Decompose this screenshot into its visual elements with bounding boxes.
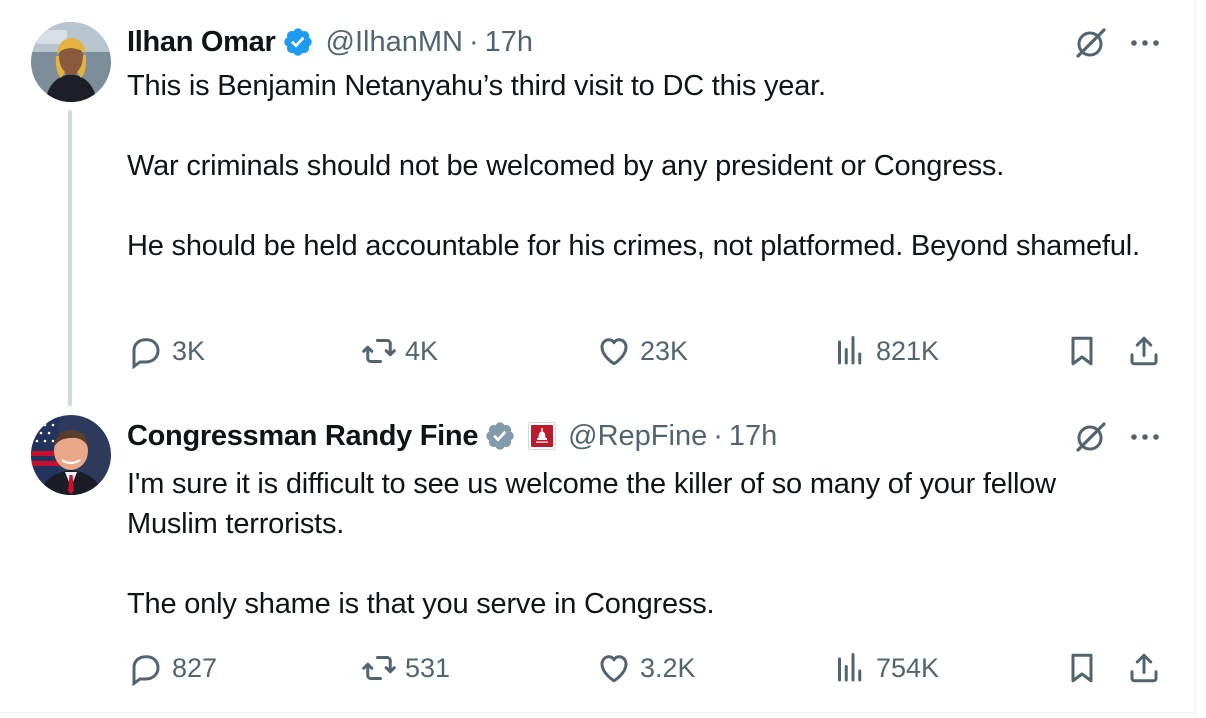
tweet-header: Congressman Randy Fine @RepFine · 17h — [127, 416, 777, 456]
tweet-body: This is Benjamin Netanyahu’s third visit… — [127, 66, 1147, 266]
tweet-paragraph: This is Benjamin Netanyahu’s third visit… — [127, 70, 826, 102]
verified-badge-icon[interactable] — [282, 26, 314, 58]
tweet-header: Ilhan Omar @IlhanMN · 17h — [127, 22, 533, 62]
repost-button[interactable]: 4K — [361, 331, 438, 371]
more-options-icon[interactable] — [1128, 420, 1162, 454]
tweet-body: I'm sure it is difficult to see us welco… — [127, 464, 1147, 624]
timestamp[interactable]: 17h — [729, 420, 777, 453]
repost-icon — [362, 656, 396, 680]
tweet-paragraph: I'm sure it is difficult to see us welco… — [127, 468, 1056, 540]
like-button[interactable]: 3.2K — [596, 648, 696, 688]
analytics-icon — [838, 653, 862, 682]
repost-icon — [362, 339, 396, 363]
reply-count: 827 — [172, 652, 218, 683]
timestamp[interactable]: 17h — [485, 26, 533, 59]
timeline-right-border — [1195, 0, 1196, 718]
avatar[interactable] — [31, 415, 111, 495]
tweet-corner-actions — [1072, 24, 1162, 62]
share-icon[interactable] — [1126, 650, 1162, 686]
tweet-paragraph: The only shame is that you serve in Cong… — [127, 588, 715, 620]
heart-icon — [600, 655, 628, 683]
heart-icon — [600, 338, 628, 366]
tweet-paragraph: War criminals should not be welcomed by … — [127, 150, 1005, 182]
reply-icon — [132, 655, 160, 686]
tweet-paragraph: He should be held accountable for his cr… — [127, 230, 1140, 262]
more-options-icon[interactable] — [1128, 26, 1162, 60]
repost-button[interactable]: 531 — [361, 648, 450, 688]
grok-icon[interactable] — [1072, 418, 1110, 456]
congress-seal-icon[interactable] — [528, 422, 557, 450]
views-button[interactable]: 754K — [832, 648, 939, 688]
reply-button[interactable]: 827 — [128, 648, 217, 688]
verified-badge-icon[interactable] — [484, 420, 516, 452]
reply-icon — [132, 338, 160, 369]
bookmark-icon[interactable] — [1064, 333, 1100, 369]
tweet-corner-actions — [1072, 418, 1162, 456]
separator-dot: · — [713, 419, 723, 452]
like-count: 3.2K — [640, 652, 696, 683]
repost-count: 4K — [405, 335, 439, 366]
thread-connector-line — [68, 110, 72, 406]
author-handle[interactable]: @IlhanMN — [326, 26, 463, 59]
like-count: 23K — [640, 335, 689, 366]
repost-count: 531 — [405, 652, 451, 683]
reply-button[interactable]: 3K — [128, 331, 205, 371]
grok-icon[interactable] — [1072, 24, 1110, 62]
author-name[interactable]: Congressman Randy Fine — [127, 420, 478, 453]
author-handle[interactable]: @RepFine — [568, 420, 707, 453]
views-button[interactable]: 821K — [832, 331, 939, 371]
view-count: 821K — [876, 335, 940, 366]
author-name[interactable]: Ilhan Omar — [127, 26, 276, 59]
avatar[interactable] — [31, 22, 111, 102]
bookmark-icon[interactable] — [1064, 650, 1100, 686]
like-button[interactable]: 23K — [596, 331, 688, 371]
view-count: 754K — [876, 652, 940, 683]
reply-count: 3K — [172, 335, 206, 366]
separator-dot: · — [468, 25, 479, 58]
analytics-icon — [838, 336, 862, 365]
timeline-bottom-border — [0, 712, 1195, 713]
share-icon[interactable] — [1126, 333, 1162, 369]
